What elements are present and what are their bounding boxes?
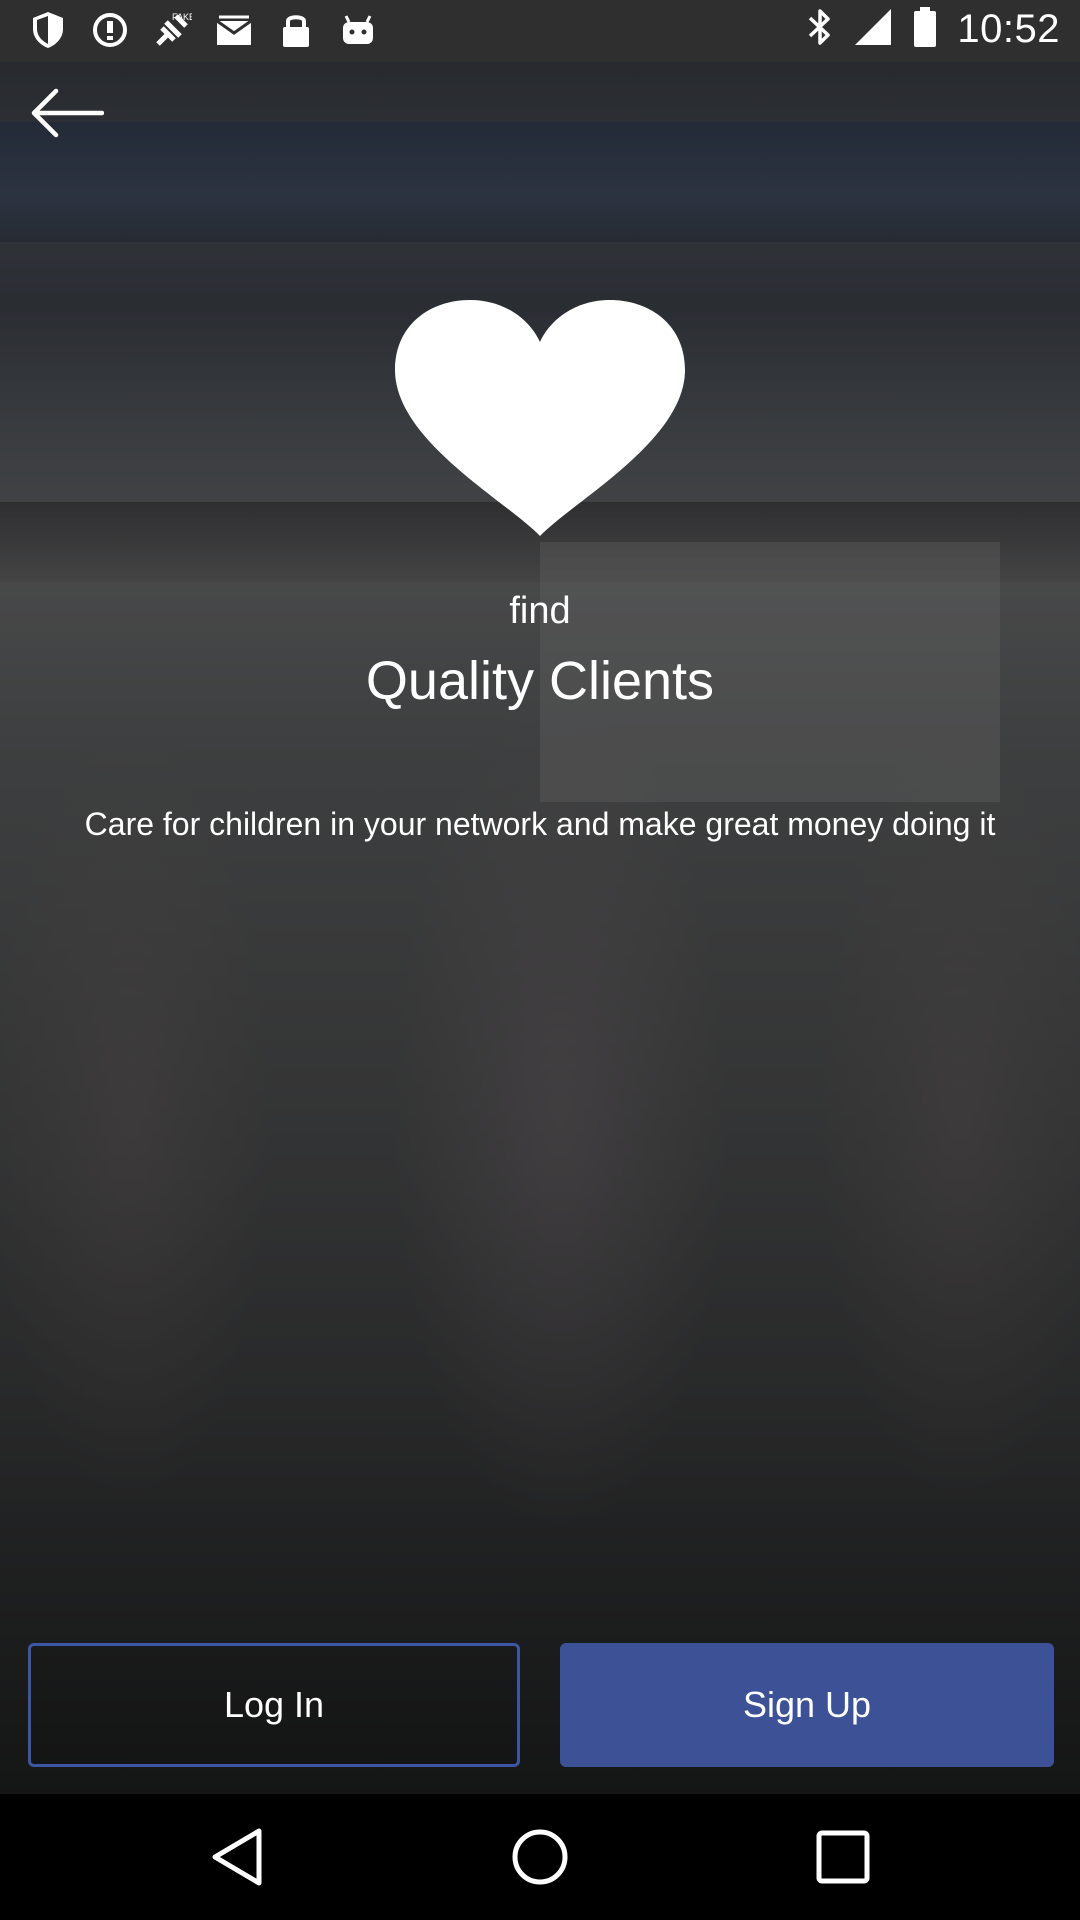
screen: FAKE 10:52 xyxy=(0,0,1080,1920)
back-button[interactable] xyxy=(24,82,108,148)
battery-icon xyxy=(913,6,937,53)
status-time: 10:52 xyxy=(957,7,1060,51)
status-left-icons: FAKE xyxy=(28,10,378,50)
status-right: 10:52 xyxy=(807,6,1060,53)
login-button-label: Log In xyxy=(223,1684,325,1725)
back-arrow-icon xyxy=(28,87,105,144)
signup-button[interactable]: Sign Up xyxy=(560,1643,1054,1767)
android-icon xyxy=(338,10,378,50)
fake-gps-icon: FAKE xyxy=(152,10,192,50)
headline: Quality Clients xyxy=(365,651,715,711)
subtitle: Care for children in your network and ma… xyxy=(84,806,996,842)
lock-icon xyxy=(276,10,316,50)
heart-icon xyxy=(395,300,685,536)
bluetooth-icon xyxy=(807,7,833,52)
back-nav-icon[interactable] xyxy=(204,1824,270,1890)
recents-nav-icon[interactable] xyxy=(810,1824,876,1890)
find-label: find xyxy=(509,590,571,632)
shield-icon xyxy=(28,10,68,50)
signup-button-label: Sign Up xyxy=(742,1684,872,1725)
system-nav-bar xyxy=(0,1794,1080,1920)
mail-icon xyxy=(214,10,254,50)
wifi-signal-icon xyxy=(853,7,893,52)
svg-text:FAKE: FAKE xyxy=(172,12,192,22)
home-nav-icon[interactable] xyxy=(507,1824,573,1890)
login-button[interactable]: Log In xyxy=(28,1643,520,1767)
status-bar: FAKE 10:52 xyxy=(0,0,1080,62)
info-icon xyxy=(90,10,130,50)
